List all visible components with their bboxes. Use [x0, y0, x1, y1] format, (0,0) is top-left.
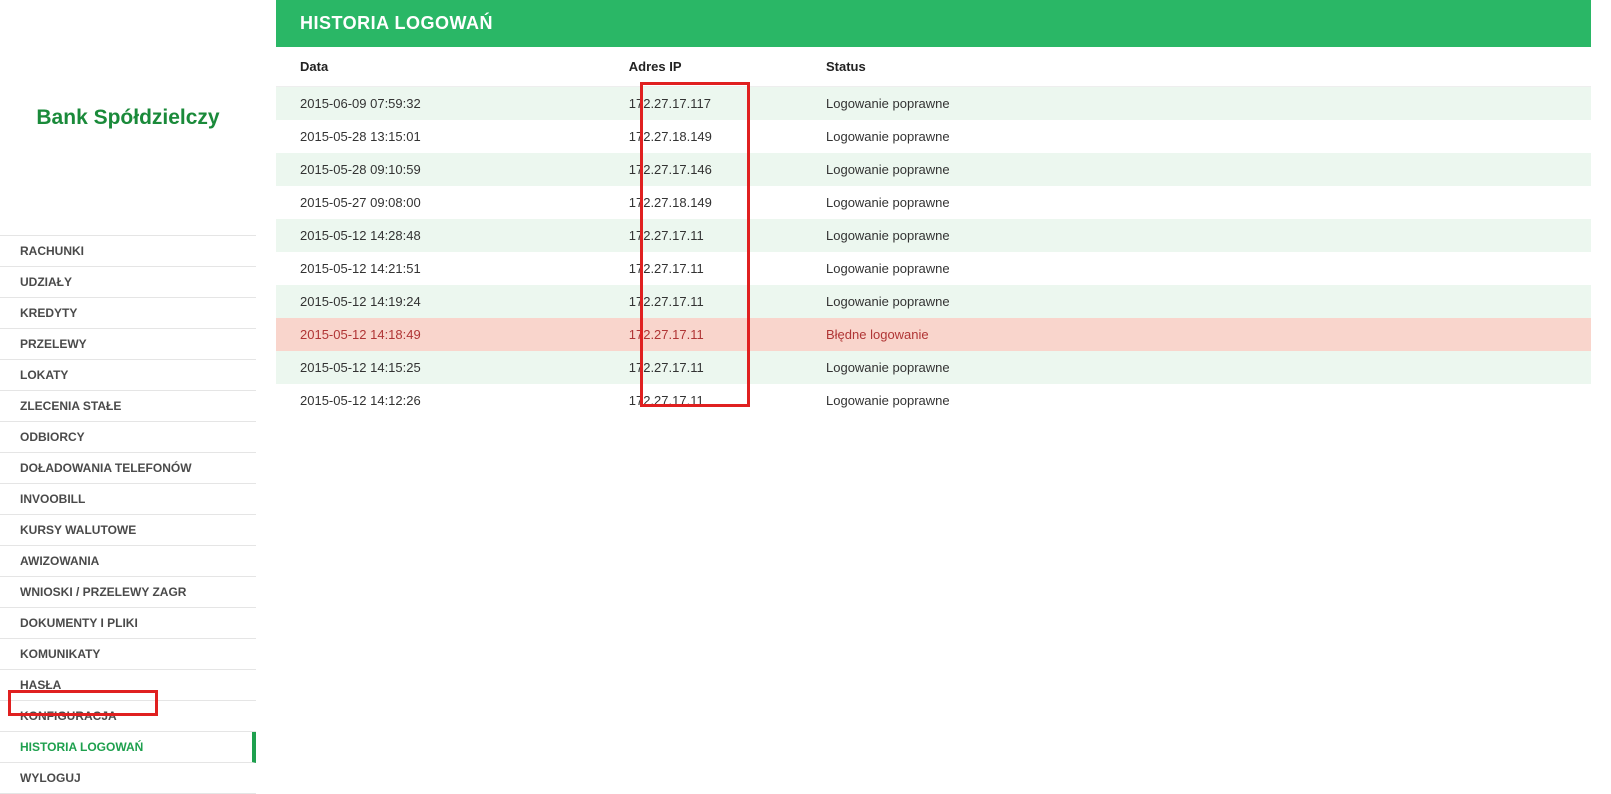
cell-date: 2015-06-09 07:59:32 — [276, 87, 605, 121]
sidebar-item-lokaty[interactable]: LOKATY — [0, 360, 256, 391]
brand-logo: Bank Spółdzielczy — [0, 0, 256, 235]
column-header-date: Data — [276, 47, 605, 87]
cell-status: Logowanie poprawne — [802, 384, 1591, 417]
sidebar-item-awizowania[interactable]: AWIZOWANIA — [0, 546, 256, 577]
table-row: 2015-05-27 09:08:00172.27.18.149Logowani… — [276, 186, 1591, 219]
cell-date: 2015-05-27 09:08:00 — [276, 186, 605, 219]
cell-status: Logowanie poprawne — [802, 87, 1591, 121]
sidebar-item-historia-logowa-[interactable]: HISTORIA LOGOWAŃ — [0, 732, 256, 763]
nav-list: RACHUNKIUDZIAŁYKREDYTYPRZELEWYLOKATYZLEC… — [0, 235, 256, 794]
sidebar: Bank Spółdzielczy RACHUNKIUDZIAŁYKREDYTY… — [0, 0, 256, 794]
sidebar-item-has-a[interactable]: HASŁA — [0, 670, 256, 701]
sidebar-item-do-adowania-telefon-w[interactable]: DOŁADOWANIA TELEFONÓW — [0, 453, 256, 484]
cell-ip: 172.27.17.117 — [605, 87, 802, 121]
cell-status: Logowanie poprawne — [802, 120, 1591, 153]
cell-date: 2015-05-12 14:18:49 — [276, 318, 605, 351]
table-row: 2015-05-12 14:28:48172.27.17.11Logowanie… — [276, 219, 1591, 252]
cell-date: 2015-05-12 14:21:51 — [276, 252, 605, 285]
cell-status: Logowanie poprawne — [802, 252, 1591, 285]
table-row: 2015-05-12 14:21:51172.27.17.11Logowanie… — [276, 252, 1591, 285]
sidebar-item-wyloguj[interactable]: WYLOGUJ — [0, 763, 256, 794]
column-header-status: Status — [802, 47, 1591, 87]
cell-ip: 172.27.17.11 — [605, 384, 802, 417]
cell-ip: 172.27.17.11 — [605, 285, 802, 318]
sidebar-item-kursy-walutowe[interactable]: KURSY WALUTOWE — [0, 515, 256, 546]
cell-ip: 172.27.17.11 — [605, 351, 802, 384]
sidebar-item-rachunki[interactable]: RACHUNKI — [0, 236, 256, 267]
cell-status: Logowanie poprawne — [802, 219, 1591, 252]
table-row: 2015-05-28 13:15:01172.27.18.149Logowani… — [276, 120, 1591, 153]
cell-date: 2015-05-12 14:12:26 — [276, 384, 605, 417]
cell-status: Logowanie poprawne — [802, 186, 1591, 219]
cell-date: 2015-05-12 14:15:25 — [276, 351, 605, 384]
sidebar-item-udzia-y[interactable]: UDZIAŁY — [0, 267, 256, 298]
main-content: HISTORIA LOGOWAŃ Data Adres IP Status 20… — [256, 0, 1611, 794]
table-row: 2015-06-09 07:59:32172.27.17.117Logowani… — [276, 87, 1591, 121]
page-title: HISTORIA LOGOWAŃ — [276, 0, 1591, 47]
login-history-panel: HISTORIA LOGOWAŃ Data Adres IP Status 20… — [276, 0, 1591, 417]
table-row: 2015-05-12 14:12:26172.27.17.11Logowanie… — [276, 384, 1591, 417]
sidebar-item-komunikaty[interactable]: KOMUNIKATY — [0, 639, 256, 670]
cell-date: 2015-05-28 09:10:59 — [276, 153, 605, 186]
cell-status: Logowanie poprawne — [802, 351, 1591, 384]
cell-ip: 172.27.17.11 — [605, 318, 802, 351]
sidebar-item-wnioski-przelewy-zagr[interactable]: WNIOSKI / PRZELEWY ZAGR — [0, 577, 256, 608]
table-header-row: Data Adres IP Status — [276, 47, 1591, 87]
sidebar-item-przelewy[interactable]: PRZELEWY — [0, 329, 256, 360]
cell-date: 2015-05-12 14:28:48 — [276, 219, 605, 252]
sidebar-item-odbiorcy[interactable]: ODBIORCY — [0, 422, 256, 453]
table-row: 2015-05-12 14:15:25172.27.17.11Logowanie… — [276, 351, 1591, 384]
cell-date: 2015-05-28 13:15:01 — [276, 120, 605, 153]
sidebar-item-zlecenia-sta-e[interactable]: ZLECENIA STAŁE — [0, 391, 256, 422]
cell-status: Błędne logowanie — [802, 318, 1591, 351]
login-history-table: Data Adres IP Status 2015-06-09 07:59:32… — [276, 47, 1591, 417]
cell-status: Logowanie poprawne — [802, 285, 1591, 318]
cell-status: Logowanie poprawne — [802, 153, 1591, 186]
sidebar-item-konfiguracja[interactable]: KONFIGURACJA — [0, 701, 256, 732]
cell-ip: 172.27.17.11 — [605, 252, 802, 285]
cell-date: 2015-05-12 14:19:24 — [276, 285, 605, 318]
cell-ip: 172.27.18.149 — [605, 120, 802, 153]
cell-ip: 172.27.17.11 — [605, 219, 802, 252]
sidebar-item-invoobill[interactable]: INVOOBILL — [0, 484, 256, 515]
table-row: 2015-05-12 14:18:49172.27.17.11Błędne lo… — [276, 318, 1591, 351]
cell-ip: 172.27.17.146 — [605, 153, 802, 186]
column-header-ip: Adres IP — [605, 47, 802, 87]
table-row: 2015-05-12 14:19:24172.27.17.11Logowanie… — [276, 285, 1591, 318]
table-row: 2015-05-28 09:10:59172.27.17.146Logowani… — [276, 153, 1591, 186]
cell-ip: 172.27.18.149 — [605, 186, 802, 219]
sidebar-item-dokumenty-i-pliki[interactable]: DOKUMENTY I PLIKI — [0, 608, 256, 639]
sidebar-item-kredyty[interactable]: KREDYTY — [0, 298, 256, 329]
